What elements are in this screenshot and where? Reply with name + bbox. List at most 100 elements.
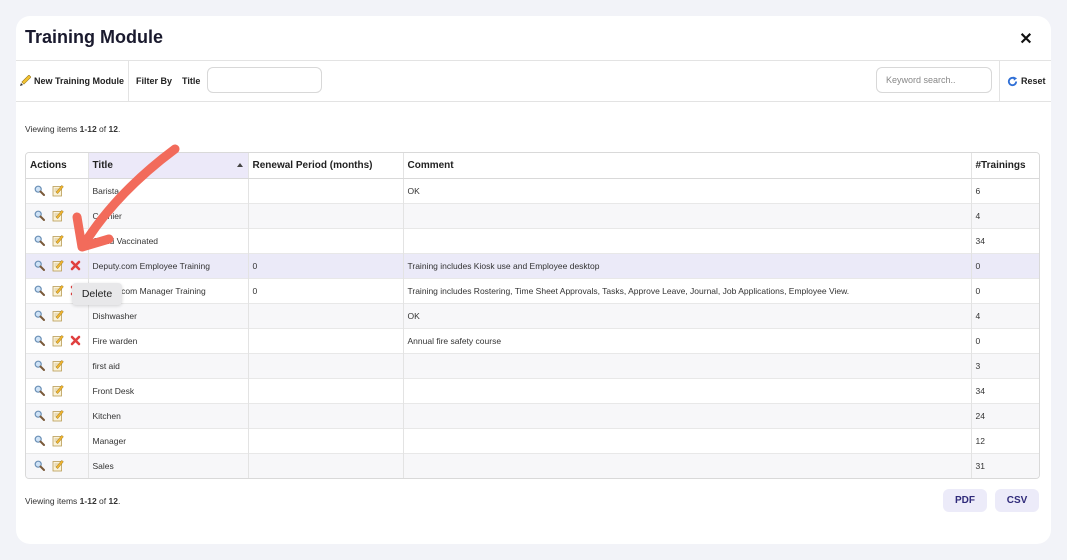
table-row[interactable]: Covid Vaccinated 34 bbox=[26, 227, 1039, 253]
view-icon[interactable] bbox=[33, 334, 46, 347]
edit-icon[interactable] bbox=[51, 284, 64, 297]
edit-icon[interactable] bbox=[51, 434, 64, 447]
cell-trainings: 4 bbox=[970, 302, 1039, 328]
title-filter-label: Title bbox=[182, 76, 201, 86]
view-icon[interactable] bbox=[33, 309, 46, 322]
edit-icon[interactable] bbox=[51, 459, 64, 472]
edit-icon[interactable] bbox=[51, 409, 64, 422]
summary-total: 12 bbox=[108, 496, 118, 506]
view-icon[interactable] bbox=[33, 434, 46, 447]
cell-renewal-period bbox=[247, 227, 403, 253]
view-icon[interactable] bbox=[33, 209, 46, 222]
col-title[interactable]: Title bbox=[87, 153, 248, 179]
cell-trainings: 0 bbox=[970, 327, 1039, 353]
table-row[interactable]: Kitchen 24 bbox=[26, 402, 1039, 428]
cell-renewal-period: 0 bbox=[247, 252, 403, 278]
cell-trainings: 0 bbox=[970, 252, 1039, 278]
row-actions bbox=[26, 252, 88, 278]
row-actions bbox=[26, 427, 88, 453]
reset-button[interactable]: Reset bbox=[999, 61, 1051, 101]
summary-prefix: Viewing items bbox=[25, 124, 80, 134]
table-row[interactable]: Fire warden Annual fire safety course 0 bbox=[26, 327, 1039, 353]
new-training-module-button[interactable]: New Training Module bbox=[16, 61, 129, 101]
toolbar: New Training Module Filter By Title Rese… bbox=[16, 60, 1051, 102]
cell-comment: Training includes Kiosk use and Employee… bbox=[402, 252, 971, 278]
view-icon[interactable] bbox=[33, 384, 46, 397]
col-trainings[interactable]: #Trainings bbox=[970, 153, 1039, 179]
row-actions bbox=[26, 177, 88, 203]
table-row[interactable]: Cashier 4 bbox=[26, 202, 1039, 228]
cell-trainings: 12 bbox=[970, 427, 1039, 453]
edit-icon[interactable] bbox=[51, 209, 64, 222]
title-filter-input[interactable] bbox=[207, 67, 322, 93]
row-actions bbox=[26, 327, 88, 353]
view-icon[interactable] bbox=[33, 234, 46, 247]
training-module-dialog: Training Module ✕ New Training Module Fi… bbox=[16, 16, 1051, 544]
edit-icon[interactable] bbox=[51, 259, 64, 272]
viewing-summary-top: Viewing items 1-12 of 12. bbox=[25, 124, 120, 134]
row-actions bbox=[26, 402, 88, 428]
row-actions bbox=[26, 377, 88, 403]
row-actions bbox=[26, 302, 88, 328]
col-comment[interactable]: Comment bbox=[402, 153, 971, 179]
cell-comment bbox=[402, 452, 971, 478]
edit-icon[interactable] bbox=[51, 359, 64, 372]
cell-title: first aid bbox=[87, 352, 248, 378]
cell-trainings: 24 bbox=[970, 402, 1039, 428]
cell-renewal-period bbox=[247, 427, 403, 453]
edit-icon[interactable] bbox=[51, 184, 64, 197]
view-icon[interactable] bbox=[33, 284, 46, 297]
cell-renewal-period bbox=[247, 177, 403, 203]
cell-comment bbox=[402, 377, 971, 403]
col-renewal-period[interactable]: Renewal Period (months) bbox=[247, 153, 403, 179]
edit-icon[interactable] bbox=[51, 384, 64, 397]
view-icon[interactable] bbox=[33, 409, 46, 422]
table-row[interactable]: Dishwasher OK 4 bbox=[26, 302, 1039, 328]
cell-comment bbox=[402, 427, 971, 453]
cell-comment: OK bbox=[402, 177, 971, 203]
edit-icon[interactable] bbox=[51, 309, 64, 322]
view-icon[interactable] bbox=[33, 459, 46, 472]
summary-total: 12 bbox=[108, 124, 118, 134]
cell-title: Fire warden bbox=[87, 327, 248, 353]
table-row[interactable]: Deputy.com Employee Training 0 Training in… bbox=[26, 252, 1039, 278]
cell-renewal-period bbox=[247, 302, 403, 328]
table-row[interactable]: first aid 3 bbox=[26, 352, 1039, 378]
view-icon[interactable] bbox=[33, 259, 46, 272]
csv-export-button[interactable]: CSV bbox=[995, 489, 1039, 512]
view-icon[interactable] bbox=[33, 359, 46, 372]
table-row[interactable]: Manager 12 bbox=[26, 427, 1039, 453]
table-row[interactable]: Barista OK 6 bbox=[26, 177, 1039, 203]
summary-suffix: . bbox=[117, 124, 121, 134]
viewing-summary-bottom: Viewing items 1-12 of 12. bbox=[25, 496, 120, 506]
cell-title: Covid Vaccinated bbox=[87, 227, 248, 253]
cell-title: Kitchen bbox=[87, 402, 248, 428]
delete-icon[interactable] bbox=[69, 259, 82, 272]
cell-title: Cashier bbox=[87, 202, 248, 228]
row-actions bbox=[26, 227, 88, 253]
cell-renewal-period bbox=[247, 452, 403, 478]
delete-icon[interactable] bbox=[69, 334, 82, 347]
view-icon[interactable] bbox=[33, 184, 46, 197]
table-row[interactable]: Front Desk 34 bbox=[26, 377, 1039, 403]
summary-suffix: . bbox=[117, 496, 121, 506]
table-row[interactable]: Deputy.com Manager Training 0 Training inc… bbox=[26, 277, 1039, 303]
cell-comment bbox=[402, 352, 971, 378]
keyword-search-input[interactable] bbox=[876, 67, 992, 93]
edit-icon[interactable] bbox=[51, 234, 64, 247]
edit-icon[interactable] bbox=[51, 334, 64, 347]
cell-comment bbox=[402, 227, 971, 253]
cell-renewal-period bbox=[247, 352, 403, 378]
delete-tooltip: Delete bbox=[72, 283, 122, 305]
pdf-export-button[interactable]: PDF bbox=[943, 489, 987, 512]
cell-title: Barista bbox=[87, 177, 248, 203]
table-row[interactable]: Sales 31 bbox=[26, 452, 1039, 478]
close-button[interactable]: ✕ bbox=[1017, 29, 1035, 49]
pencil-icon bbox=[20, 75, 31, 86]
cell-trainings: 6 bbox=[970, 177, 1039, 203]
cell-title: Dishwasher bbox=[87, 302, 248, 328]
row-actions bbox=[26, 352, 88, 378]
new-training-module-label: New Training Module bbox=[34, 76, 125, 86]
cell-renewal-period bbox=[247, 402, 403, 428]
sort-ascending-icon bbox=[236, 163, 243, 167]
